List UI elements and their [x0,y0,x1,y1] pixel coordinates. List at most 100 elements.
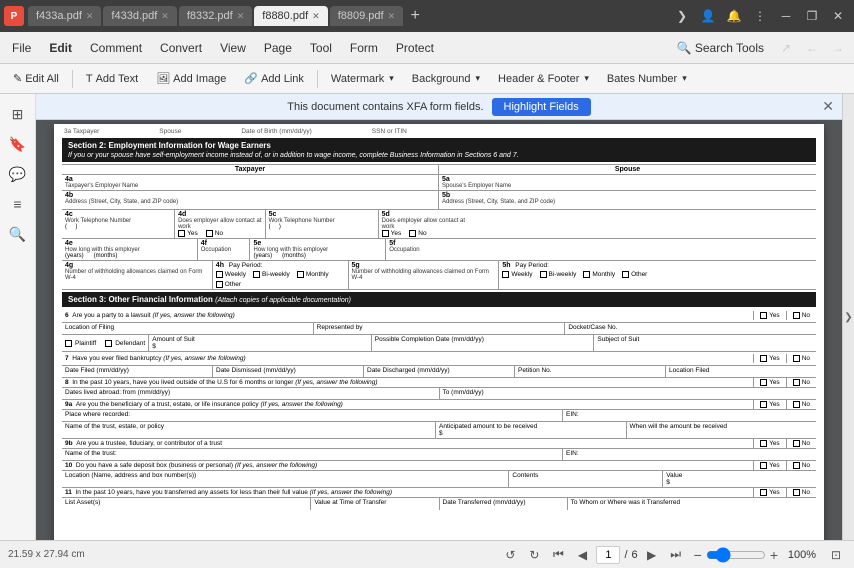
tab-label: f433d.pdf [111,10,157,22]
menu-page[interactable]: Page [256,37,300,59]
tab-f433d[interactable]: f433d.pdf ✕ [103,6,176,26]
page-separator: / [624,549,627,561]
zoom-in-button[interactable]: + [770,547,778,563]
edit-all-button[interactable]: ✎ Edit All [6,69,66,88]
watermark-button[interactable]: Watermark [324,70,401,88]
cell-4d: 4dDoes employer allow contact at work Ye… [175,210,265,238]
tab-close-icon[interactable]: ✕ [237,11,245,22]
total-pages: 6 [632,549,638,561]
forward-button[interactable]: → [826,38,850,58]
sidebar-bookmarks-icon[interactable]: 🔖 [6,132,30,156]
row7-no: No [787,354,816,363]
row11-date: Date Transferred (mm/dd/yy) [440,498,568,510]
row6-question: 6 Are you a party to a lawsuit (If yes, … [62,311,754,320]
row7-question: 7 Have you ever filed bankruptcy (If yes… [62,354,754,363]
row6-represented: Represented by [314,323,566,334]
row11-question: 11 In the past 10 years, have you transf… [62,488,754,497]
section3-row9b: 9b Are you a trustee, fiduciary, or cont… [62,439,816,461]
search-tools-button[interactable]: 🔍 Search Tools [669,38,772,58]
row9a-ein: EIN: [563,410,816,421]
zoom-slider[interactable] [706,547,766,563]
cell-4g: 4gNumber of withholding allowances claim… [62,261,213,289]
first-page-button[interactable]: ⏮ [548,545,568,565]
section3-row6: 6 Are you a party to a lawsuit (If yes, … [62,309,816,352]
overflow-button[interactable]: ❯ [670,6,694,26]
zoom-value-label: 100% [782,549,822,561]
cell-5d: 5dDoes employer allow contact at work Ye… [379,210,469,238]
zoom-out-button[interactable]: − [694,547,702,563]
row6-completion: Possible Completion Date (mm/dd/yy) [372,335,595,351]
restore-button[interactable]: ❐ [800,6,824,26]
notification-button[interactable]: 🔔 [722,6,746,26]
row10-yes: Yes [754,461,787,470]
tab-f8332[interactable]: f8332.pdf ✕ [179,6,252,26]
fit-page-button[interactable]: ⊡ [826,545,846,565]
row6-plaintiff: Plaintiff Defendant [62,335,149,351]
right-sidebar-toggle[interactable]: ❯ [842,94,854,540]
sidebar-search-icon[interactable]: 🔍 [6,222,30,246]
row9b-ein: EIN: [563,449,816,460]
menu-view[interactable]: View [212,37,254,59]
sidebar-layers-icon[interactable]: ≡ [6,192,30,216]
sidebar-comments-icon[interactable]: 💬 [6,162,30,186]
pdf-page: 3a Taxpayer Spouse Date of Birth (mm/dd/… [54,124,824,540]
main-area: ⊞ 🔖 💬 ≡ 🔍 This document contains XFA for… [0,94,854,540]
top-label-3a: 3a Taxpayer [64,128,99,135]
bates-number-button[interactable]: Bates Number [600,70,694,88]
tab-label: f8809.pdf [338,10,384,22]
form-row-4b-5b: 4bAddress (Street, City, State, and ZIP … [62,191,816,210]
page-number-input[interactable] [596,546,620,564]
sidebar-thumbnails-icon[interactable]: ⊞ [6,102,30,126]
menu-file[interactable]: File [4,37,39,59]
menu-comment[interactable]: Comment [82,37,150,59]
menu-convert[interactable]: Convert [152,37,210,59]
close-button[interactable]: ✕ [826,6,850,26]
menu-tool[interactable]: Tool [302,37,340,59]
row9a-when: When will the amount be received [627,422,817,438]
menu-button[interactable]: ⋮ [748,6,772,26]
header-footer-button[interactable]: Header & Footer [491,70,596,88]
watermark-label: Watermark [331,73,384,85]
avatar-button[interactable]: 👤 [696,6,720,26]
background-label: Background [412,73,471,85]
last-page-button[interactable]: ⏭ [666,545,686,565]
row8-question: 8 In the past 10 years, have you lived o… [62,378,754,387]
tab-f8880[interactable]: f8880.pdf ✕ [254,6,327,26]
zoom-control: − + 100% ⊡ [694,545,846,565]
row11-whom: To Whom or Where was it Transferred [568,498,816,510]
form-row-4e-5f: 4eHow long with this employer (years) (m… [62,239,816,261]
top-label-date: Date of Birth (mm/dd/yy) [241,128,311,135]
form-row-4a-5a: 4aTaxpayer's Employer Name 5aSpouse's Em… [62,175,816,191]
tab-close-icon[interactable]: ✕ [388,11,396,22]
menu-form[interactable]: Form [342,37,386,59]
section2-subtitle: If you or your spouse have self-employme… [68,152,519,159]
share-button[interactable]: ↗ [774,38,798,58]
add-image-button[interactable]: 🖼 Add Image [149,69,233,88]
top-label-ssn-member: SSN or ITIN [372,128,407,135]
next-page-button[interactable]: ▶ [642,545,662,565]
new-tab-button[interactable]: + [405,6,425,26]
background-button[interactable]: Background [405,70,487,88]
row10-no: No [787,461,816,470]
tab-f8809[interactable]: f8809.pdf ✕ [330,6,403,26]
minimize-button[interactable]: ─ [774,6,798,26]
tab-label: f8332.pdf [187,10,233,22]
form-banner: This document contains XFA form fields. … [36,94,842,120]
menu-protect[interactable]: Protect [388,37,442,59]
rotate-right-button[interactable]: ↻ [524,545,544,565]
form-banner-close[interactable]: ✕ [822,98,834,115]
tab-close-icon[interactable]: ✕ [312,11,320,22]
tab-close-icon[interactable]: ✕ [86,11,94,22]
rotate-left-button[interactable]: ↺ [500,545,520,565]
highlight-fields-button[interactable]: Highlight Fields [492,98,591,116]
menu-edit[interactable]: Edit [41,37,80,59]
row10-contents: Contents [509,471,663,487]
tab-close-icon[interactable]: ✕ [161,11,169,22]
add-link-button[interactable]: 🔗 Add Link [237,69,311,88]
back-button[interactable]: ← [800,38,824,58]
tab-f433a[interactable]: f433a.pdf ✕ [28,6,101,26]
row7-yes: Yes [754,354,787,363]
prev-page-button[interactable]: ◀ [572,545,592,565]
row9a-question: 9a Are you the beneficiary of a trust, e… [62,400,754,409]
add-text-button[interactable]: T Add Text [79,70,145,88]
